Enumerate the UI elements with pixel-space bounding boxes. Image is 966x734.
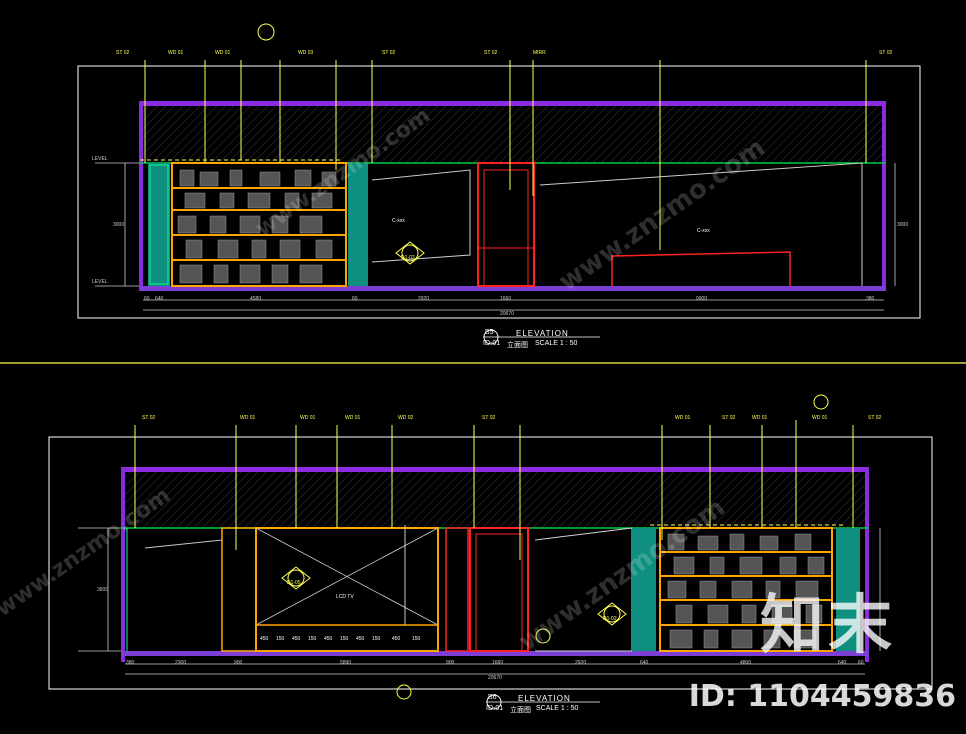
lower-shelf-0: 450 xyxy=(260,636,269,642)
upper-seg-7: 380 xyxy=(866,296,875,302)
upper-callout-0: ST 02 xyxy=(116,50,130,56)
lower-shelf-7: 150 xyxy=(372,636,381,642)
upper-label-left: C-xxx xyxy=(392,218,405,224)
upper-seg-4: 2920 xyxy=(418,296,430,302)
lower-seg-3: 5890 xyxy=(340,660,352,666)
lower-label-tv: LCD TV xyxy=(336,594,354,600)
upper-seg-2: 4580 xyxy=(250,296,262,302)
upper-level-bottom: LEVEL xyxy=(92,279,108,285)
lower-shelf-4: 450 xyxy=(324,636,333,642)
lower-callout-8: WD 01 xyxy=(752,415,768,421)
upper-seg-0: 60 xyxy=(144,296,150,302)
lower-tag-number: B6 xyxy=(488,694,497,701)
upper-height-right: 3000 xyxy=(897,222,909,228)
lower-seg-8: 4800 xyxy=(740,660,752,666)
lower-sheet-label: 立面图 xyxy=(510,707,531,714)
lower-callout-3: WD 01 xyxy=(345,415,361,421)
upper-seg-3: 60 xyxy=(352,296,358,302)
lower-seg-6: 2920 xyxy=(575,660,587,666)
lower-scale: SCALE 1 : 50 xyxy=(536,705,579,712)
upper-tag-ref: ID-01 xyxy=(483,340,501,347)
lower-seg-5: 1660 xyxy=(492,660,504,666)
watermark-brand: 知末 xyxy=(760,589,896,663)
upper-elevation-tag: D1-02 xyxy=(401,255,415,261)
lower-seg-7: 640 xyxy=(640,660,649,666)
lower-callout-5: ST 02 xyxy=(482,415,496,421)
upper-sheet-label: 立面图 xyxy=(507,342,528,349)
upper-level-top: LEVEL xyxy=(92,156,108,162)
upper-callout-5: ST 02 xyxy=(484,50,498,56)
lower-seg-2: 900 xyxy=(234,660,243,666)
lower-callout-0: ST 02 xyxy=(142,415,156,421)
lower-seg-4: 900 xyxy=(446,660,455,666)
lower-seg-0: 380 xyxy=(126,660,135,666)
upper-title: ELEVATION xyxy=(516,329,569,338)
lower-elevation-tag: D1-05 xyxy=(287,580,301,586)
lower-callout-9: WD 01 xyxy=(812,415,828,421)
upper-height-main: 3000 xyxy=(113,222,125,228)
lower-callout-4: WD 02 xyxy=(398,415,414,421)
upper-callout-1: WD 01 xyxy=(168,50,184,56)
lower-shelf-8: 450 xyxy=(392,636,401,642)
lower-callout-6: WD 01 xyxy=(675,415,691,421)
lower-shelf-1: 150 xyxy=(276,636,285,642)
lower-callout-7: ST 02 xyxy=(722,415,736,421)
lower-shelf-3: 150 xyxy=(308,636,317,642)
lower-shelf-2: 450 xyxy=(292,636,301,642)
lower-tag-ref: ID-01 xyxy=(486,705,504,712)
upper-callout-6: MIRR xyxy=(533,50,546,56)
lower-overall-dimension: 20670 xyxy=(488,675,502,681)
lower-shelf-6: 450 xyxy=(356,636,365,642)
lower-shelf-5: 150 xyxy=(340,636,349,642)
lower-shelf-9: 150 xyxy=(412,636,421,642)
upper-callout-3: WD 03 xyxy=(298,50,314,56)
upper-scale: SCALE 1 : 50 xyxy=(535,340,578,347)
upper-callout-2: WD 01 xyxy=(215,50,231,56)
lower-elevation-tag-right: D1-02 xyxy=(603,616,617,622)
upper-callout-7: ST 02 xyxy=(879,50,893,56)
upper-seg-5: 1660 xyxy=(500,296,512,302)
lower-callout-10: ST 02 xyxy=(868,415,882,421)
upper-seg-1: 640 xyxy=(155,296,164,302)
upper-label-right: C-xxx xyxy=(697,228,710,234)
upper-seg-6: 9900 xyxy=(696,296,708,302)
upper-callout-4: ST 02 xyxy=(382,50,396,56)
lower-callout-1: WD 01 xyxy=(240,415,256,421)
lower-height-main: 3600 xyxy=(97,587,109,593)
lower-seg-1: 2300 xyxy=(175,660,187,666)
lower-title: ELEVATION xyxy=(518,694,571,703)
upper-overall-dimension: 20670 xyxy=(500,311,514,317)
watermark-id: ID: 1104459836 xyxy=(688,679,956,714)
upper-tag-number: B5 xyxy=(485,329,494,336)
lower-callout-2: WD 01 xyxy=(300,415,316,421)
